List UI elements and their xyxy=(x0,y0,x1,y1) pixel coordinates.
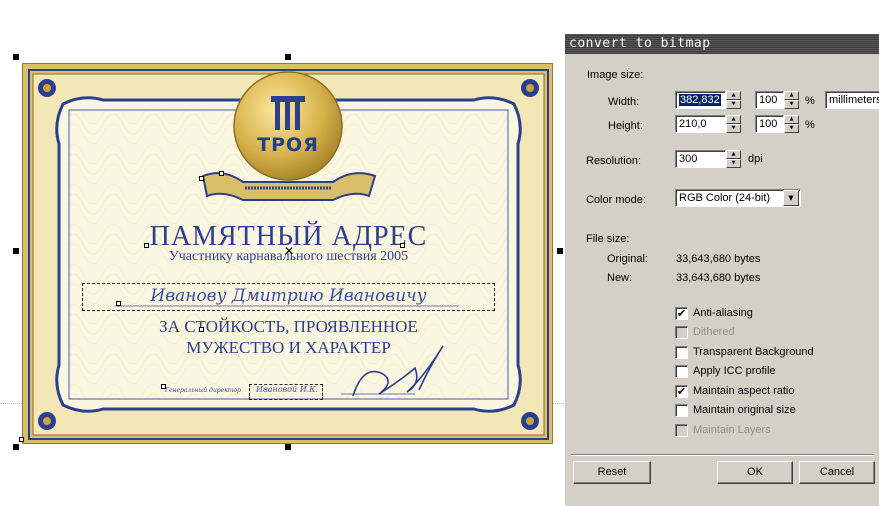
signer-selection-box[interactable] xyxy=(249,384,323,400)
height-spinner[interactable]: ▲ ▼ xyxy=(726,115,741,133)
anti-aliasing-label[interactable]: Anti-aliasing xyxy=(693,307,753,319)
maintain-aspect-ratio-checkbox[interactable]: ✔ xyxy=(675,385,688,398)
center-marker-icon[interactable]: ✕ xyxy=(284,244,294,258)
maintain-layers-label: Maintain Layers xyxy=(693,424,771,436)
resolution-spinner[interactable]: ▲ ▼ xyxy=(726,150,741,168)
selection-handle-nw[interactable] xyxy=(13,54,19,60)
resolution-label: Resolution: xyxy=(586,155,642,167)
width-label: Width: xyxy=(608,96,640,108)
spin-up-icon[interactable]: ▲ xyxy=(726,150,741,159)
new-size-value: 33,643,680 bytes xyxy=(676,272,761,284)
height-label: Height: xyxy=(608,120,643,132)
node-handle[interactable] xyxy=(199,176,204,181)
width-percent-spinner[interactable]: ▲ ▼ xyxy=(784,91,799,109)
chevron-down-icon[interactable]: ▼ xyxy=(783,190,799,206)
award-text-line-2[interactable]: МУЖЕСТВО И ХАРАКТЕР xyxy=(23,338,552,358)
node-handle[interactable] xyxy=(400,243,405,248)
node-handle[interactable] xyxy=(116,301,121,306)
height-percent-spinner[interactable]: ▲ ▼ xyxy=(784,115,799,133)
reset-button[interactable]: Reset xyxy=(573,461,651,484)
units-select[interactable]: millimeters xyxy=(825,91,879,109)
selection-handle-sw[interactable] xyxy=(13,444,19,450)
transparent-background-label[interactable]: Transparent Background xyxy=(693,346,814,358)
spin-up-icon[interactable]: ▲ xyxy=(784,115,799,124)
logo-text: ТРОЯ xyxy=(257,134,319,156)
button-separator xyxy=(571,454,874,456)
node-handle[interactable] xyxy=(19,437,24,442)
director-label[interactable]: Генеральный директор xyxy=(165,387,255,394)
transparent-background-checkbox[interactable] xyxy=(675,346,688,359)
width-percent-input[interactable]: 100 xyxy=(755,91,784,109)
workspace: ТРОЯ ПАМЯТНЫЙ АДРЕС Участнику карнавальн… xyxy=(0,0,879,506)
new-size-label: New: xyxy=(607,272,633,284)
resolution-input[interactable]: 300 xyxy=(675,150,726,168)
original-size-value: 33,643,680 bytes xyxy=(676,253,761,265)
color-mode-label: Color mode: xyxy=(586,194,646,206)
selection-handle-s[interactable] xyxy=(285,444,291,450)
award-text-line-1[interactable]: ЗА СТОЙКОСТЬ, ПРОЯВЛЕННОЕ xyxy=(23,317,552,337)
selection-handle-n[interactable] xyxy=(285,54,291,60)
image-size-label: Image size: xyxy=(587,69,644,81)
height-input[interactable]: 210,0 xyxy=(675,115,726,133)
dithered-checkbox xyxy=(675,326,688,339)
width-value: 382,832 xyxy=(679,94,721,106)
apply-icc-profile-checkbox[interactable] xyxy=(675,365,688,378)
ok-button[interactable]: OK xyxy=(717,461,793,484)
node-handle[interactable] xyxy=(144,243,149,248)
check-icon: ✔ xyxy=(676,307,687,320)
height-percent-input[interactable]: 100 xyxy=(755,115,784,133)
maintain-original-size-label[interactable]: Maintain original size xyxy=(693,404,796,416)
width-percent-sign: % xyxy=(805,95,815,107)
selection-handle-w[interactable] xyxy=(13,248,19,254)
original-size-label: Original: xyxy=(607,253,648,265)
spin-up-icon[interactable]: ▲ xyxy=(726,91,741,100)
dialog-title-bar[interactable]: convert to bitmap xyxy=(565,34,879,54)
file-size-label: File size: xyxy=(586,233,630,245)
check-icon: ✔ xyxy=(676,385,687,398)
node-handle[interactable] xyxy=(161,384,166,389)
maintain-aspect-ratio-label[interactable]: Maintain aspect ratio xyxy=(693,385,795,397)
maintain-layers-checkbox xyxy=(675,424,688,437)
spin-down-icon[interactable]: ▼ xyxy=(784,124,799,133)
convert-to-bitmap-dialog: convert to bitmap Image size: Width: 382… xyxy=(564,34,879,506)
spin-down-icon[interactable]: ▼ xyxy=(726,124,741,133)
height-percent-sign: % xyxy=(805,119,815,131)
spin-down-icon[interactable]: ▼ xyxy=(784,100,799,109)
dpi-label: dpi xyxy=(748,153,763,165)
selection-handle-e[interactable] xyxy=(557,248,563,254)
dithered-label: Dithered xyxy=(693,326,735,338)
spin-down-icon[interactable]: ▼ xyxy=(726,100,741,109)
width-spinner[interactable]: ▲ ▼ xyxy=(726,91,741,109)
maintain-original-size-checkbox[interactable] xyxy=(675,404,688,417)
dialog-title: convert to bitmap xyxy=(569,36,711,51)
node-handle[interactable] xyxy=(199,327,204,332)
cancel-button[interactable]: Cancel xyxy=(799,461,875,484)
anti-aliasing-checkbox[interactable]: ✔ xyxy=(675,307,688,320)
node-handle[interactable] xyxy=(219,171,224,176)
spin-up-icon[interactable]: ▲ xyxy=(726,115,741,124)
spin-up-icon[interactable]: ▲ xyxy=(784,91,799,100)
apply-icc-profile-label[interactable]: Apply ICC profile xyxy=(693,365,776,377)
width-input[interactable]: 382,832 xyxy=(675,91,726,109)
recipient-selection-box[interactable] xyxy=(82,283,495,311)
spin-down-icon[interactable]: ▼ xyxy=(726,159,741,168)
